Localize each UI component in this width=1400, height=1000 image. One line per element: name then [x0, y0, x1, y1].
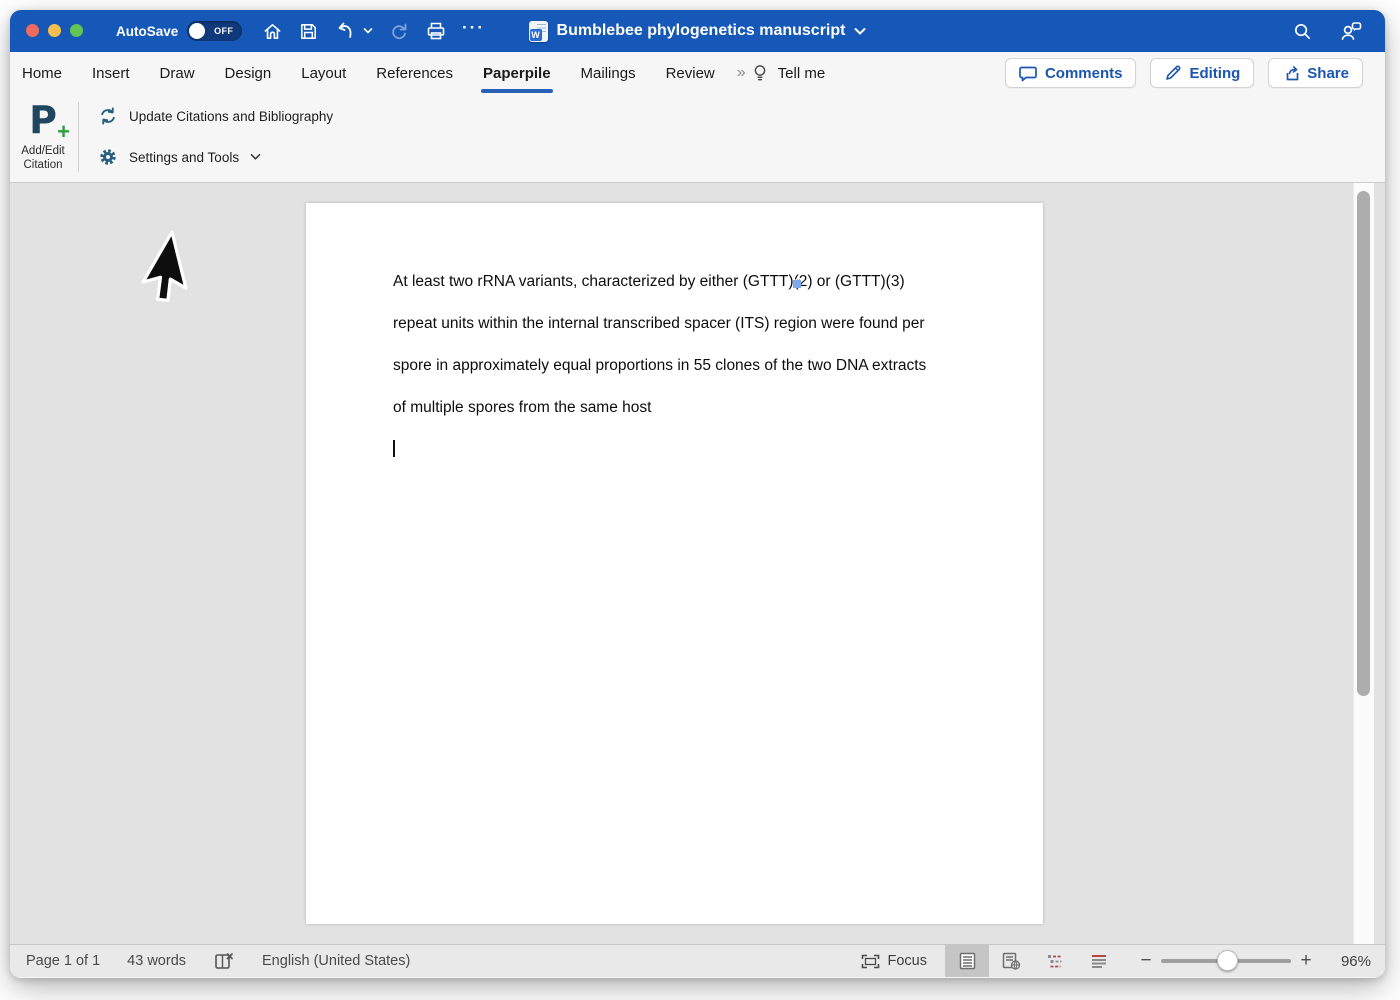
tab-design[interactable]: Design: [225, 61, 272, 86]
zoom-control: − + 96%: [1137, 950, 1371, 972]
text-line-3[interactable]: spore in approximately equal proportions…: [393, 345, 1003, 387]
comments-button[interactable]: Comments: [1005, 58, 1137, 88]
settings-and-tools-button[interactable]: Settings and Tools: [98, 147, 261, 167]
tab-review[interactable]: Review: [666, 61, 715, 86]
title-chevron-down-icon[interactable]: [854, 27, 866, 36]
tab-layout[interactable]: Layout: [301, 61, 346, 86]
web-layout-view-button[interactable]: [989, 945, 1033, 977]
tab-overflow-chevron-icon[interactable]: »: [737, 64, 744, 82]
home-icon[interactable]: [262, 21, 283, 42]
minimize-window-button[interactable]: [48, 24, 61, 37]
web-layout-icon: [1001, 951, 1022, 971]
add-edit-citation-button[interactable]: P+ Add/Edit Citation: [10, 98, 76, 172]
share-button[interactable]: Share: [1268, 58, 1363, 88]
text-line-1[interactable]: At least two rRNA variants, characterize…: [393, 261, 1003, 303]
focus-icon: [861, 954, 880, 969]
share-button-label: Share: [1307, 65, 1349, 82]
outline-view-icon: [1045, 952, 1065, 970]
lightbulb-icon: [752, 63, 768, 83]
document-title[interactable]: Bumblebee phylogenetics manuscript: [557, 22, 846, 40]
share-icon: [1282, 64, 1300, 82]
word-document-icon: W: [529, 21, 548, 42]
text-line-5: [393, 429, 1003, 471]
ribbon-tab-bar: Home Insert Draw Design Layout Reference…: [10, 52, 1385, 94]
print-icon[interactable]: [425, 20, 447, 42]
autosave-label: AutoSave: [116, 24, 178, 39]
document-page[interactable]: At least two rRNA variants, characterize…: [306, 203, 1043, 924]
gear-icon: [98, 147, 118, 167]
update-citations-label: Update Citations and Bibliography: [129, 109, 333, 124]
settings-and-tools-label: Settings and Tools: [129, 150, 239, 165]
text-line-2[interactable]: repeat units within the internal transcr…: [393, 303, 1003, 345]
comment-icon: [1019, 65, 1038, 82]
pencil-icon: [1164, 64, 1182, 82]
text-line-4[interactable]: of multiple spores from the same host: [393, 387, 1003, 429]
tab-references[interactable]: References: [376, 61, 453, 86]
language-indicator[interactable]: English (United States): [262, 953, 410, 969]
tab-mailings[interactable]: Mailings: [581, 61, 636, 86]
vertical-scrollbar[interactable]: [1353, 183, 1374, 944]
redo-icon-disabled: [388, 20, 410, 42]
status-bar: Page 1 of 1 43 words English (United Sta…: [10, 944, 1385, 977]
word-window: AutoSave OFF ·: [10, 10, 1385, 978]
focus-label: Focus: [888, 953, 928, 969]
tab-home[interactable]: Home: [22, 61, 62, 86]
zoom-slider-thumb[interactable]: [1217, 950, 1238, 971]
title-bar: AutoSave OFF ·: [10, 10, 1385, 52]
more-commands-icon[interactable]: ···: [462, 18, 485, 44]
mouse-cursor-icon: [132, 227, 202, 313]
scrollbar-thumb[interactable]: [1357, 191, 1370, 696]
editing-button-label: Editing: [1189, 65, 1240, 82]
close-window-button[interactable]: [26, 24, 39, 37]
settings-chevron-down-icon: [250, 153, 261, 161]
comments-button-label: Comments: [1045, 65, 1123, 82]
tab-insert[interactable]: Insert: [92, 61, 130, 86]
tab-draw[interactable]: Draw: [160, 61, 195, 86]
traffic-lights: [26, 24, 83, 37]
document-text[interactable]: At least two rRNA variants, characterize…: [393, 261, 1003, 471]
presence-share-icon[interactable]: [1339, 20, 1363, 42]
zoom-in-button[interactable]: +: [1297, 950, 1315, 972]
refresh-icon: [98, 106, 118, 126]
tab-paperpile-active[interactable]: Paperpile: [483, 61, 551, 86]
focus-button[interactable]: Focus: [861, 953, 928, 969]
zoom-window-button[interactable]: [70, 24, 83, 37]
undo-dropdown-chevron-icon[interactable]: [363, 27, 373, 35]
save-icon[interactable]: [298, 21, 319, 42]
add-edit-citation-label: Add/Edit Citation: [10, 144, 76, 172]
zoom-out-button[interactable]: −: [1137, 950, 1155, 972]
tell-me-label[interactable]: Tell me: [778, 65, 826, 82]
word-count[interactable]: 43 words: [127, 953, 186, 969]
print-layout-icon: [958, 951, 977, 971]
toggle-knob: [189, 23, 205, 39]
document-canvas: At least two rRNA variants, characterize…: [10, 183, 1385, 944]
page-indicator[interactable]: Page 1 of 1: [26, 953, 100, 969]
paperpile-ribbon: P+ Add/Edit Citation Update Citations an…: [10, 94, 1385, 183]
update-citations-button[interactable]: Update Citations and Bibliography: [98, 106, 333, 126]
draft-view-button[interactable]: [1077, 945, 1121, 977]
zoom-percentage[interactable]: 96%: [1315, 953, 1371, 970]
outline-view-button[interactable]: [1033, 945, 1077, 977]
proofing-status-icon[interactable]: [213, 951, 235, 971]
zoom-slider[interactable]: [1161, 959, 1291, 963]
undo-icon[interactable]: [334, 20, 356, 42]
text-cursor: [393, 440, 395, 457]
ribbon-group-divider: [78, 102, 79, 172]
draft-view-icon: [1089, 953, 1109, 969]
autosave-toggle[interactable]: OFF: [187, 21, 242, 41]
editing-button[interactable]: Editing: [1150, 58, 1254, 88]
paperpile-logo-icon: P+: [29, 98, 57, 142]
search-icon[interactable]: [1292, 21, 1313, 42]
autosave-state: OFF: [214, 26, 233, 36]
print-layout-view-button[interactable]: [945, 945, 989, 977]
citation-field-marker[interactable]: (: [794, 273, 799, 290]
